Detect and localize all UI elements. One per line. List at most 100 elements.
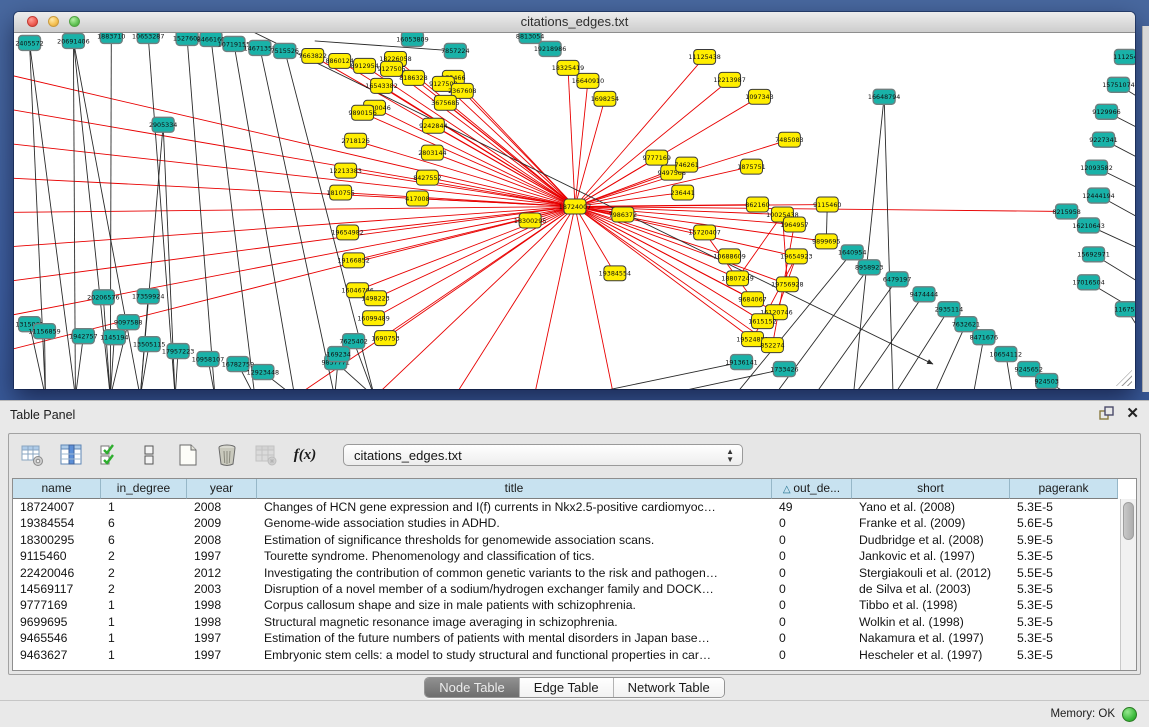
- tab-node-table[interactable]: Node Table: [425, 678, 519, 697]
- function-builder-icon[interactable]: f(x): [292, 442, 318, 468]
- network-node[interactable]: 7663822: [299, 48, 327, 63]
- network-node[interactable]: 11125438: [688, 49, 720, 64]
- table-row[interactable]: 946554611997Estimation of the future num…: [13, 630, 1136, 646]
- new-column-icon[interactable]: [175, 442, 201, 468]
- network-node[interactable]: 16099489: [357, 311, 389, 326]
- network-node[interactable]: 1615152: [748, 314, 776, 329]
- table-cell[interactable]: 0: [772, 647, 852, 663]
- network-node[interactable]: 7857224: [441, 43, 469, 58]
- table-cell[interactable]: 6: [101, 532, 187, 548]
- table-cell[interactable]: Yano et al. (2008): [852, 499, 1010, 515]
- network-node[interactable]: 12923448: [247, 365, 279, 380]
- table-cell[interactable]: Jankovic et al. (1997): [852, 548, 1010, 564]
- show-columns-icon[interactable]: [58, 442, 84, 468]
- table-cell[interactable]: Tibbo et al. (1998): [852, 597, 1010, 613]
- network-node[interactable]: 9129966: [1092, 104, 1120, 119]
- table-cell[interactable]: 2: [101, 548, 187, 564]
- table-cell[interactable]: Corpus callosum shape and size in male p…: [257, 597, 772, 613]
- network-node[interactable]: 10653287: [132, 33, 164, 43]
- network-node[interactable]: 12093582: [1080, 160, 1112, 175]
- network-node[interactable]: 746261: [675, 157, 699, 172]
- table-cell[interactable]: 5.6E-5: [1010, 515, 1118, 531]
- network-node[interactable]: 1810755: [326, 185, 354, 200]
- table-cell[interactable]: Hescheler et al. (1997): [852, 647, 1010, 663]
- table-cell[interactable]: 2008: [187, 532, 257, 548]
- table-cell[interactable]: 1: [101, 630, 187, 646]
- table-cell[interactable]: 9777169: [13, 597, 101, 613]
- table-cell[interactable]: 1997: [187, 647, 257, 663]
- network-node[interactable]: 8186328: [399, 70, 427, 85]
- table-cell[interactable]: 0: [772, 532, 852, 548]
- network-node[interactable]: 2905334: [149, 117, 177, 132]
- network-node[interactable]: 111254: [1113, 49, 1135, 64]
- float-window-icon[interactable]: [1099, 406, 1114, 421]
- row-height-icon[interactable]: [136, 442, 162, 468]
- network-node[interactable]: 20691406: [57, 33, 89, 48]
- select-columns-icon[interactable]: [97, 442, 123, 468]
- table-cell[interactable]: 5.3E-5: [1010, 647, 1118, 663]
- network-node[interactable]: 19218986: [534, 41, 566, 56]
- network-node[interactable]: 1498223: [361, 291, 389, 306]
- table-row[interactable]: 969969511998Structural magnetic resonanc…: [13, 614, 1136, 630]
- table-row[interactable]: 2242004622012Investigating the contribut…: [13, 565, 1136, 581]
- table-cell[interactable]: 5.3E-5: [1010, 597, 1118, 613]
- network-node[interactable]: 9115460: [813, 197, 841, 212]
- network-node[interactable]: 852274: [760, 338, 784, 353]
- table-cell[interactable]: 1998: [187, 597, 257, 613]
- table-cell[interactable]: 9465546: [13, 630, 101, 646]
- table-cell[interactable]: 9115460: [13, 548, 101, 564]
- table-cell[interactable]: 1: [101, 499, 187, 515]
- network-node[interactable]: 9890156: [348, 105, 376, 120]
- network-node[interactable]: 13505115: [133, 337, 165, 352]
- table-cell[interactable]: Tourette syndrome. Phenomenology and cla…: [257, 548, 772, 564]
- table-cell[interactable]: Changes of HCN gene expression and I(f) …: [257, 499, 772, 515]
- network-node[interactable]: 862160: [745, 197, 769, 212]
- column-header-out_de[interactable]: △ out_de...: [772, 479, 852, 499]
- network-node[interactable]: 9242844: [419, 118, 447, 133]
- table-settings-icon[interactable]: [19, 442, 45, 468]
- network-node[interactable]: 1097343: [745, 89, 773, 104]
- network-svg[interactable]: 2405572206914061883710106532871527602846…: [14, 33, 1135, 389]
- network-node[interactable]: 169234: [326, 347, 350, 362]
- table-row[interactable]: 946362711997Embryonic stem cells: a mode…: [13, 647, 1136, 663]
- table-cell[interactable]: 1: [101, 597, 187, 613]
- table-cell[interactable]: 19384554: [13, 515, 101, 531]
- network-node[interactable]: 15751074: [1102, 77, 1134, 92]
- network-canvas[interactable]: 2405572206914061883710106532871527602846…: [14, 33, 1135, 389]
- column-header-title[interactable]: title: [257, 479, 772, 499]
- network-node[interactable]: 1640954: [838, 245, 866, 260]
- table-cell[interactable]: 2: [101, 565, 187, 581]
- network-node[interactable]: 10654112: [990, 347, 1022, 362]
- network-node[interactable]: 11156859: [28, 324, 60, 339]
- table-cell[interactable]: Wolkin et al. (1998): [852, 614, 1010, 630]
- table-cell[interactable]: 0: [772, 548, 852, 564]
- network-node[interactable]: 9899695: [812, 234, 840, 249]
- network-node[interactable]: 8471676: [970, 330, 998, 345]
- table-cell[interactable]: Investigating the contribution of common…: [257, 565, 772, 581]
- table-row[interactable]: 1830029562008Estimation of significance …: [13, 532, 1136, 548]
- table-row[interactable]: 1456911722003Disruption of a novel membe…: [13, 581, 1136, 597]
- table-cell[interactable]: 9699695: [13, 614, 101, 630]
- network-node[interactable]: 16210643: [1072, 218, 1104, 233]
- table-cell[interactable]: Nakamura et al. (1997): [852, 630, 1010, 646]
- network-node[interactable]: 12444194: [1082, 188, 1114, 203]
- table-cell[interactable]: 1997: [187, 630, 257, 646]
- table-cell[interactable]: 0: [772, 614, 852, 630]
- network-node[interactable]: 9777169: [643, 150, 671, 165]
- network-node[interactable]: 15720407: [688, 225, 720, 240]
- table-cell[interactable]: Stergiakouli et al. (2012): [852, 565, 1010, 581]
- tab-edge-table[interactable]: Edge Table: [519, 678, 613, 697]
- network-node[interactable]: 2718126: [341, 133, 369, 148]
- network-node[interactable]: 8958923: [855, 260, 883, 275]
- table-row[interactable]: 911546021997Tourette syndrome. Phenomeno…: [13, 548, 1136, 564]
- table-cell[interactable]: 22420046: [13, 565, 101, 581]
- network-node[interactable]: 9097588: [114, 315, 142, 330]
- table-cell[interactable]: 2012: [187, 565, 257, 581]
- network-node[interactable]: 9227341: [1089, 132, 1117, 147]
- table-cell[interactable]: 2003: [187, 581, 257, 597]
- network-node[interactable]: 7515526: [271, 43, 299, 58]
- table-cell[interactable]: 2008: [187, 499, 257, 515]
- network-node[interactable]: 1942757: [69, 329, 97, 344]
- table-cell[interactable]: 18724007: [13, 499, 101, 515]
- network-node[interactable]: 1883710: [97, 33, 125, 43]
